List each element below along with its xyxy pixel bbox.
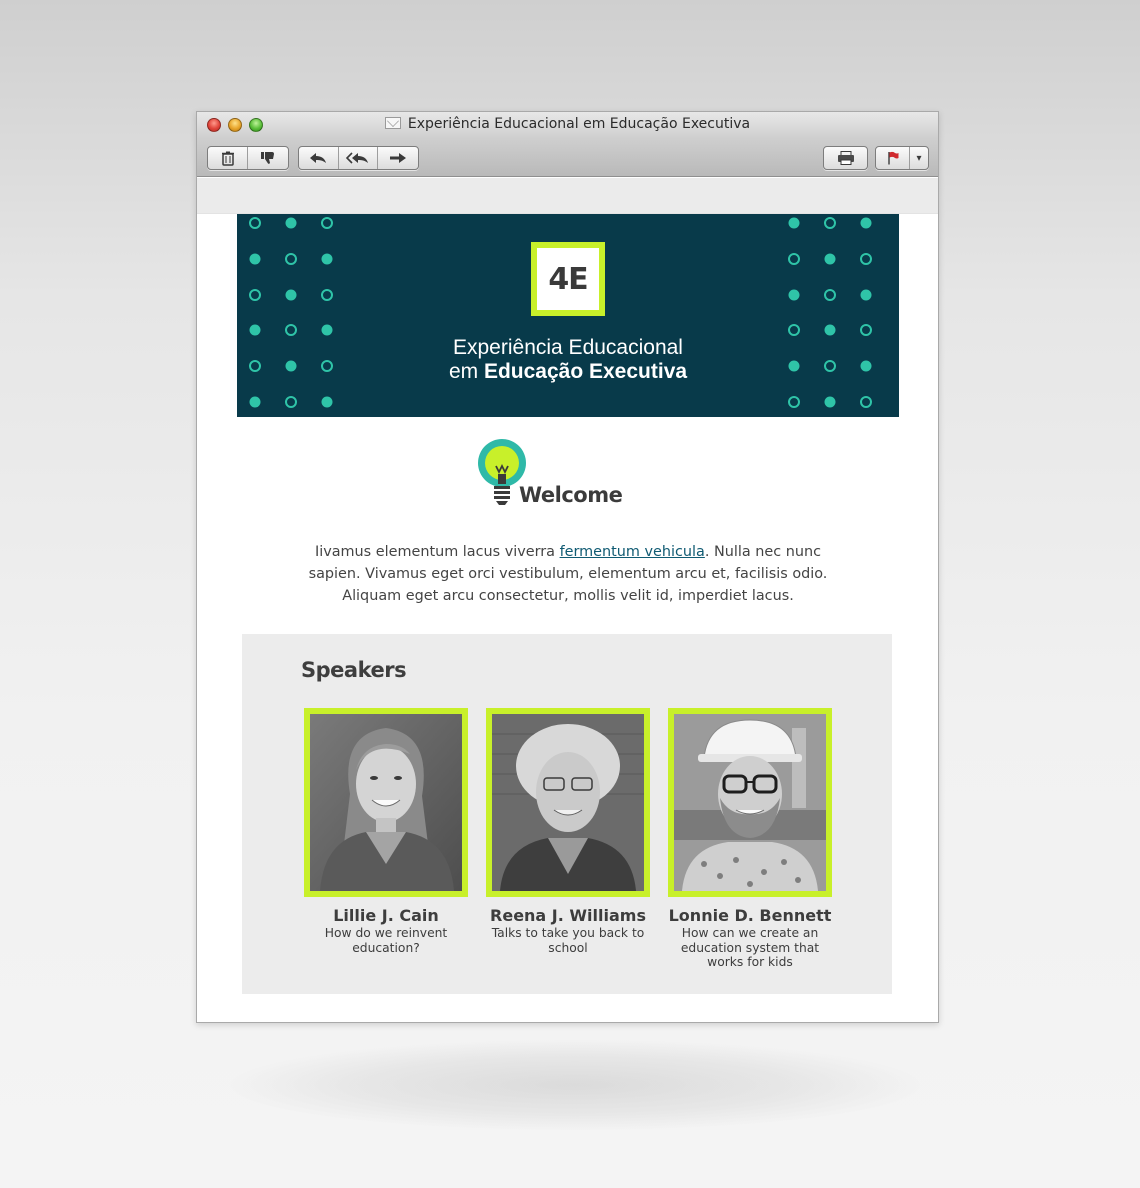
thumbs-down-icon <box>261 152 274 164</box>
print-icon <box>837 151 854 165</box>
banner-pattern-mark <box>321 289 333 301</box>
banner-pattern-mark <box>788 253 800 265</box>
print-button[interactable] <box>824 147 867 169</box>
banner-pattern-mark <box>824 324 836 336</box>
flag-dropdown-button[interactable]: ▾ <box>910 147 928 169</box>
banner-pattern-mark <box>824 396 836 408</box>
banner-pattern-mark <box>860 289 872 301</box>
intro-paragraph: Iivamus elementum lacus viverra fermentu… <box>297 541 839 607</box>
banner-pattern-mark <box>249 289 261 301</box>
speaker-card: Reena J. Williams Talks to take you back… <box>486 708 650 955</box>
welcome-heading: Welcome <box>519 483 623 507</box>
banner-pattern-mark <box>860 217 872 229</box>
speaker-talk: How can we create an education system th… <box>680 926 820 969</box>
window-shadow <box>230 1040 920 1130</box>
banner-pattern-mark <box>249 324 261 336</box>
banner-pattern-mark <box>860 396 872 408</box>
banner-pattern-mark <box>285 217 297 229</box>
flag-button[interactable] <box>876 147 910 169</box>
banner-pattern-mark <box>321 217 333 229</box>
banner-pattern-mark <box>788 289 800 301</box>
chevron-down-icon: ▾ <box>916 152 922 164</box>
speaker-photo <box>486 708 650 897</box>
banner-title-line1: Experiência Educacional <box>453 336 683 359</box>
speaker-portrait-man <box>674 714 826 891</box>
banner-pattern-mark <box>788 324 800 336</box>
banner-pattern-mark <box>860 253 872 265</box>
reply-forward-group <box>298 146 419 170</box>
envelope-icon <box>384 117 401 129</box>
intro-text-start: Iivamus elementum lacus viverra <box>314 544 560 560</box>
welcome-section: Welcome <box>477 438 677 510</box>
banner-title-line2: em Educação Executiva <box>237 360 899 384</box>
reply-all-icon <box>346 152 368 164</box>
flag-icon <box>887 151 898 165</box>
banner-pattern-mark <box>249 396 261 408</box>
message-header-area <box>197 178 938 214</box>
speaker-name: Lillie J. Cain <box>333 906 439 925</box>
banner-pattern-mark <box>285 289 297 301</box>
speaker-talk: How do we reinvent education? <box>324 926 448 955</box>
speaker-card: Lonnie D. Bennett How can we create an e… <box>668 708 832 970</box>
banner-pattern-mark <box>285 253 297 265</box>
window-titlebar: Experiência Educacional em Educação Exec… <box>197 112 938 177</box>
banner-pattern-mark <box>321 324 333 336</box>
banner-title-bold: Educação Executiva <box>483 360 688 383</box>
banner-pattern-mark <box>249 253 261 265</box>
banner-pattern-mark <box>285 396 297 408</box>
junk-button[interactable] <box>248 147 288 169</box>
mail-window: Experiência Educacional em Educação Exec… <box>196 111 939 1023</box>
delete-button[interactable] <box>208 147 249 169</box>
banner-pattern-mark <box>860 324 872 336</box>
banner-pattern-mark <box>824 253 836 265</box>
forward-button[interactable] <box>378 147 418 169</box>
trash-icon <box>221 151 234 166</box>
banner-pattern-mark <box>321 253 333 265</box>
speakers-heading: Speakers <box>301 658 407 682</box>
window-title: Experiência Educacional em Educação Exec… <box>197 116 938 132</box>
flag-group: ▾ <box>875 146 929 170</box>
speaker-photo <box>668 708 832 897</box>
speaker-talk: Talks to take you back to school <box>491 926 645 955</box>
speaker-portrait-older-woman <box>492 714 644 891</box>
intro-link[interactable]: fermentum vehicula <box>560 544 705 560</box>
email-banner: 4E Experiência Educacional em Educação E… <box>237 214 899 417</box>
logo-text: 4E <box>548 261 588 297</box>
window-title-text: Experiência Educacional em Educação Exec… <box>407 116 751 132</box>
reply-button[interactable] <box>299 147 339 169</box>
speakers-section: Speakers Lillie J. Cain How do we reinve… <box>242 634 892 994</box>
speaker-card: Lillie J. Cain How do we reinvent educat… <box>304 708 468 955</box>
logo: 4E <box>531 242 605 316</box>
banner-pattern-mark <box>788 217 800 229</box>
reply-all-button[interactable] <box>339 147 379 169</box>
banner-title-prefix: em <box>448 360 484 383</box>
banner-pattern-mark <box>321 396 333 408</box>
speaker-name: Reena J. Williams <box>490 906 646 925</box>
banner-pattern-mark <box>824 289 836 301</box>
reply-icon <box>310 153 327 163</box>
banner-pattern-mark <box>788 396 800 408</box>
speaker-name: Lonnie D. Bennett <box>668 906 832 925</box>
speaker-portrait-woman <box>310 714 462 891</box>
banner-pattern-mark <box>824 217 836 229</box>
print-group <box>823 146 868 170</box>
banner-pattern-mark <box>249 217 261 229</box>
speaker-photo <box>304 708 468 897</box>
banner-pattern-mark <box>285 324 297 336</box>
delete-junk-group <box>207 146 289 170</box>
forward-icon <box>390 153 407 163</box>
